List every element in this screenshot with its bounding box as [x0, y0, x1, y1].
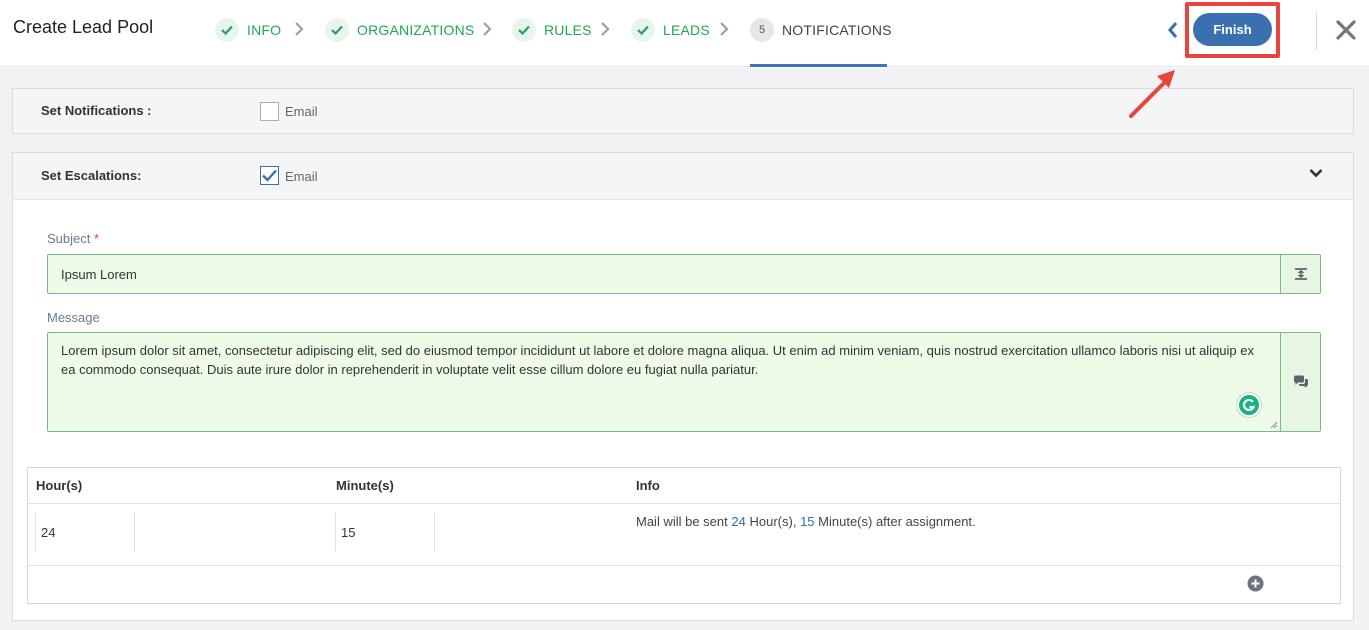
step-notifications[interactable]: 5 NOTIFICATIONS [750, 17, 892, 43]
column-header-hours: Hour(s) [36, 478, 83, 493]
step-rules[interactable]: RULES [512, 17, 592, 43]
step-organizations[interactable]: ORGANIZATIONS [325, 17, 474, 43]
check-icon [512, 18, 536, 42]
subject-label: Subject * [47, 231, 99, 246]
chevron-right-icon [601, 22, 610, 36]
check-icon [262, 169, 277, 182]
chevron-down-icon[interactable] [1309, 168, 1323, 178]
check-icon [325, 18, 349, 42]
info-hours-value: 24 [731, 514, 746, 529]
column-header-minutes: Minute(s) [336, 478, 394, 493]
step-number: 5 [750, 18, 774, 42]
info-hours-unit: Hour(s), [749, 514, 797, 529]
text-height-icon [1294, 268, 1307, 280]
chevron-right-icon [720, 22, 729, 36]
notifications-label: Set Notifications : [41, 103, 152, 118]
annotation-arrow-icon [1129, 70, 1175, 118]
active-step-indicator [750, 64, 887, 67]
escalations-label: Set Escalations: [41, 168, 142, 183]
minutes-input[interactable]: 15 [335, 512, 435, 552]
subject-label-text: Subject [47, 231, 91, 246]
info-suffix: Minute(s) after assignment. [818, 514, 976, 529]
message-field[interactable]: Lorem ipsum dolor sit amet, consectetur … [47, 332, 1321, 432]
chevron-left-icon[interactable] [1165, 20, 1181, 40]
page-title: Create Lead Pool [13, 17, 154, 37]
check-icon [631, 18, 655, 42]
step-label: INFO [247, 22, 282, 38]
grammarly-icon[interactable] [1237, 393, 1261, 417]
escalations-panel-header[interactable]: Set Escalations: Email [12, 152, 1354, 199]
chevron-right-icon [295, 22, 304, 36]
escalations-email-checkbox[interactable] [260, 166, 279, 185]
escalation-table: Hour(s) Minute(s) Info 24 15 Mail will b… [27, 467, 1341, 604]
notifications-email-checkbox[interactable] [260, 102, 279, 121]
step-info[interactable]: INFO [215, 17, 281, 43]
message-label: Message [47, 310, 100, 325]
close-icon[interactable] [1335, 19, 1357, 41]
wizard-header: Create Lead Pool INFO ORGANIZATIONS RULE… [0, 0, 1369, 67]
escalations-email-label: Email [285, 169, 318, 184]
subject-value[interactable]: Ipsum Lorem [61, 267, 137, 282]
placeholder-button[interactable] [1280, 333, 1320, 431]
step-leads[interactable]: LEADS [631, 17, 710, 43]
divider [28, 503, 1340, 504]
column-header-info: Info [636, 478, 660, 493]
step-label: LEADS [663, 22, 710, 38]
subject-field[interactable]: Ipsum Lorem [47, 254, 1321, 294]
insert-field-button[interactable] [1280, 255, 1320, 293]
hours-input[interactable]: 24 [35, 512, 135, 552]
escalations-panel-body: Subject * Ipsum Lorem Message Lorem ipsu… [12, 199, 1354, 621]
comments-icon [1293, 375, 1308, 388]
chevron-right-icon [483, 22, 492, 36]
add-row-icon[interactable] [1247, 575, 1264, 592]
check-icon [215, 18, 239, 42]
notifications-email-label: Email [285, 104, 318, 119]
step-label: ORGANIZATIONS [357, 22, 475, 38]
divider [28, 565, 1340, 566]
divider [1316, 12, 1317, 50]
step-label: RULES [544, 22, 592, 38]
info-prefix: Mail will be sent [636, 514, 728, 529]
finish-button[interactable]: Finish [1193, 13, 1272, 46]
required-marker: * [94, 231, 100, 246]
message-value[interactable]: Lorem ipsum dolor sit amet, consectetur … [61, 341, 1261, 379]
resize-grip-icon[interactable] [1270, 421, 1278, 429]
info-minutes-value: 15 [800, 514, 815, 529]
info-text: Mail will be sent 24 Hour(s), 15 Minute(… [636, 514, 976, 529]
step-label: NOTIFICATIONS [782, 22, 892, 38]
